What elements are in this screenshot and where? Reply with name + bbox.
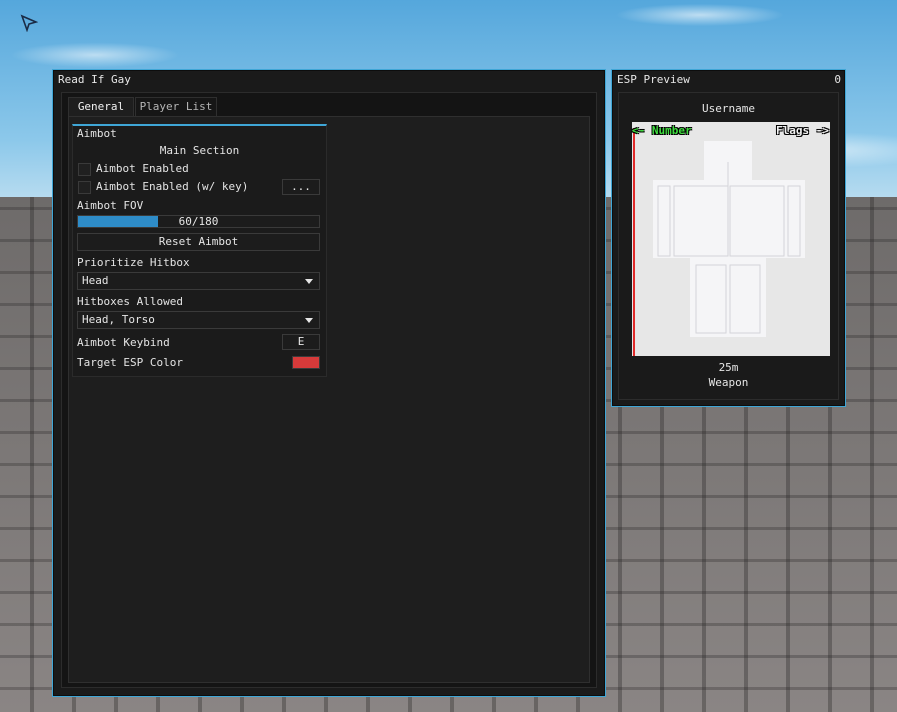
esp-number-label: <- Number: [632, 124, 692, 137]
prioritize-hitbox-label: Prioritize Hitbox: [77, 256, 190, 269]
fov-slider-value: 60/180: [178, 215, 219, 228]
fov-label: Aimbot FOV: [77, 199, 144, 212]
hitboxes-allowed-value: Head, Torso: [82, 313, 155, 326]
esp-distance: 25m: [718, 361, 739, 374]
main-window[interactable]: Read If Gay General Player List Aimbot M…: [52, 69, 606, 697]
window-title: Read If Gay: [58, 73, 131, 86]
section-subheader: Main Section: [159, 144, 240, 157]
section-title: Aimbot: [77, 127, 117, 140]
fov-slider[interactable]: 60/180: [77, 215, 320, 228]
tab-player-list[interactable]: Player List: [135, 97, 217, 116]
health-bar: [633, 128, 635, 356]
tab-general[interactable]: General: [68, 97, 134, 116]
hitboxes-allowed-dropdown[interactable]: Head, Torso: [77, 311, 320, 329]
cursor-arrow-icon: [20, 14, 38, 32]
chevron-down-icon: [305, 318, 313, 323]
aimbot-keybind-label: Aimbot Keybind: [77, 336, 170, 349]
esp-username: Username: [702, 102, 755, 115]
esp-weapon: Weapon: [708, 376, 749, 389]
chevron-down-icon: [305, 279, 313, 284]
aimbot-key-label: Aimbot Enabled (w/ key): [96, 180, 249, 193]
prioritize-hitbox-value: Head: [82, 274, 109, 287]
keybind-picker-button[interactable]: ...: [282, 179, 320, 195]
hitboxes-allowed-label: Hitboxes Allowed: [77, 295, 183, 308]
aimbot-enabled-label: Aimbot Enabled: [96, 162, 189, 175]
esp-preview-canvas: <- Number Flags ->: [632, 122, 830, 356]
prioritize-hitbox-dropdown[interactable]: Head: [77, 272, 320, 290]
target-esp-color-label: Target ESP Color: [77, 356, 183, 369]
esp-flags-label: Flags ->: [776, 124, 829, 137]
esp-preview-window[interactable]: ESP Preview 0 Username <- Number Flags -…: [611, 69, 846, 407]
esp-count: 0: [834, 73, 841, 86]
aimbot-section: Aimbot Main Section Aimbot Enabled Aimbo…: [72, 124, 327, 377]
esp-window-title: ESP Preview: [617, 73, 690, 86]
aimbot-keybind-button[interactable]: E: [282, 334, 320, 350]
reset-aimbot-button[interactable]: Reset Aimbot: [77, 233, 320, 251]
tab-content: Aimbot Main Section Aimbot Enabled Aimbo…: [68, 116, 590, 683]
esp-body: Username <- Number Flags -> 25m Weapon: [618, 92, 839, 400]
character-silhouette: [632, 122, 830, 356]
aimbot-key-checkbox[interactable]: [78, 181, 91, 194]
window-body: General Player List Aimbot Main Section …: [61, 92, 597, 688]
target-esp-color-swatch[interactable]: [292, 356, 320, 369]
aimbot-enabled-checkbox[interactable]: [78, 163, 91, 176]
